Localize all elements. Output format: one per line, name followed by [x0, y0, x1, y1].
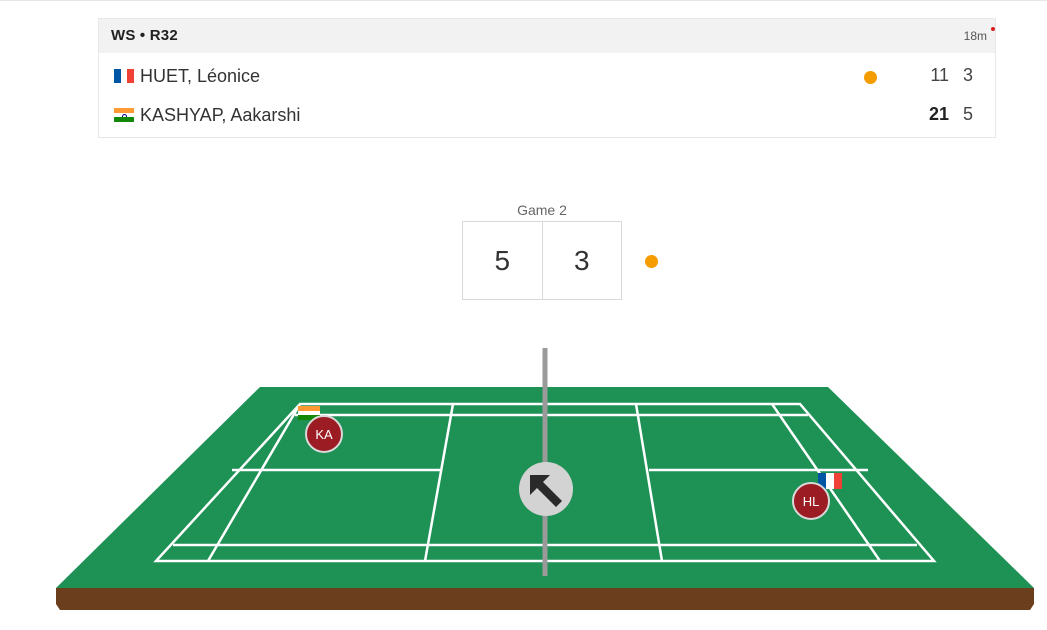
player-marker-ka: KA	[305, 415, 343, 453]
badminton-court	[56, 348, 1034, 610]
shuttle-direction-icon	[519, 462, 573, 516]
player-marker-hl: HL	[792, 482, 830, 520]
court-base	[56, 588, 1034, 610]
arrow-up-left-icon	[530, 475, 562, 507]
